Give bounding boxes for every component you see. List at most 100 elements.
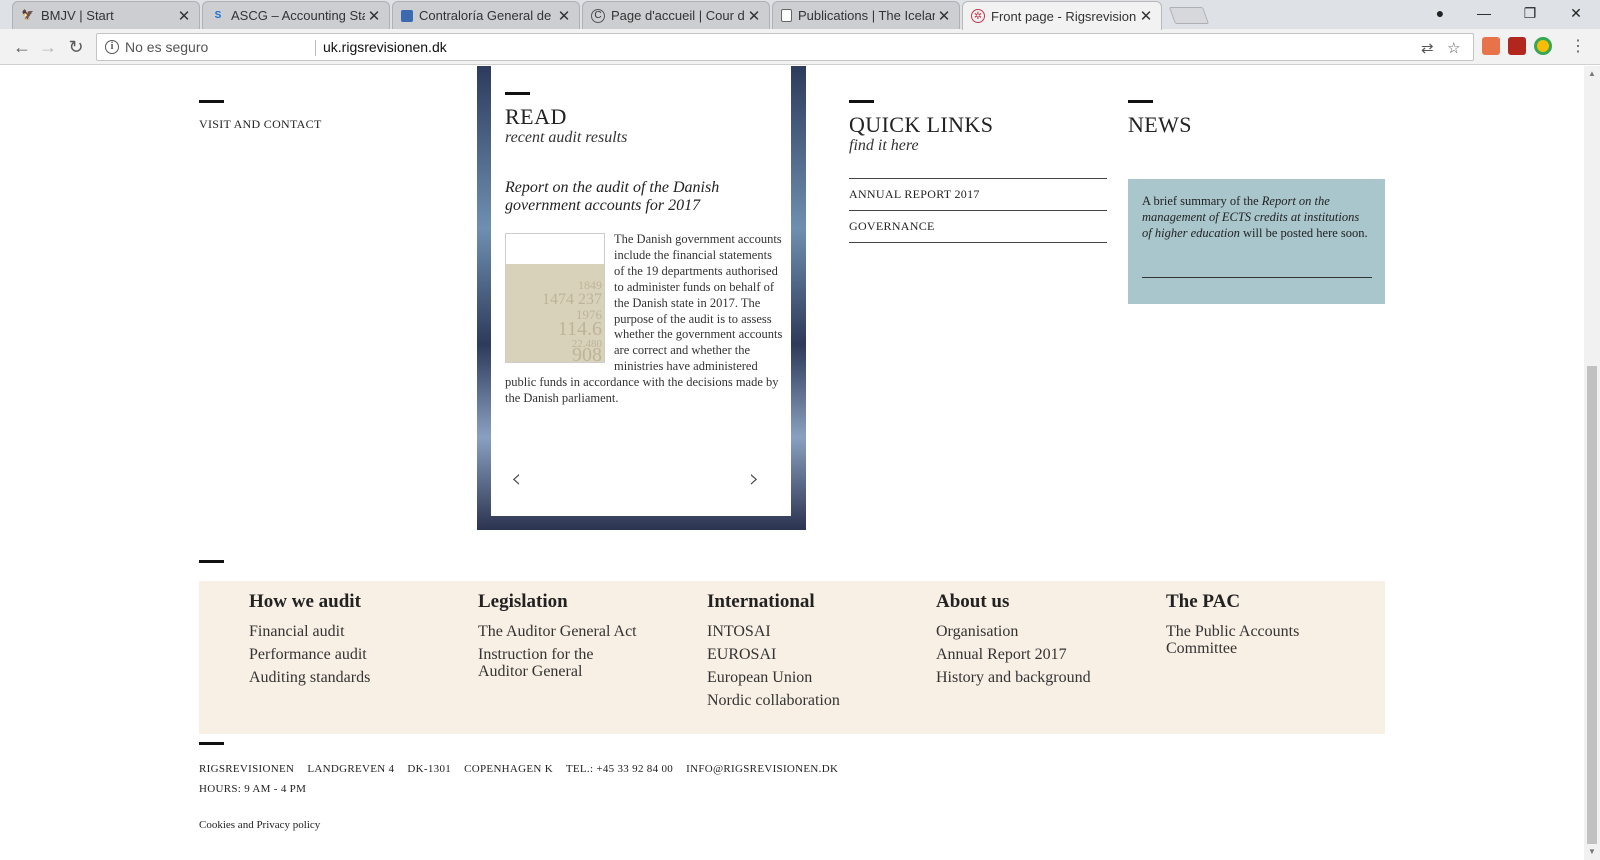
news-text-start: A brief summary of the [1142,194,1262,208]
footer-link[interactable]: Auditing standards [249,669,370,686]
footer-navigation: How we audit Financial audit Performance… [199,581,1385,734]
tab-title: Contraloría General de la [419,8,555,23]
news-box: A brief summary of the Report on the man… [1128,179,1385,304]
menu-kebab-icon[interactable]: ⋮ [1566,35,1590,59]
read-title: READ [505,104,567,129]
read-subtitle: recent audit results [505,129,628,146]
back-arrow-icon[interactable]: ← [10,35,34,59]
forward-arrow-icon[interactable]: → [36,35,60,59]
tab-title: ASCG – Accounting Standa [231,8,365,23]
footer-link[interactable]: The Auditor General Act [478,623,658,640]
email-link[interactable]: INFO@RIGSREVISIONEN.DK [686,763,838,775]
report-summary-block: The Danish government accounts include t… [505,232,785,407]
footer-link[interactable]: European Union [707,669,840,686]
address-part: RIGSREVISIONEN [199,763,295,775]
quick-link-governance[interactable]: GOVERNANCE [849,211,1107,243]
quick-links-subtitle: find it here [849,137,919,154]
footer-link[interactable]: EUROSAI [707,646,840,663]
reload-icon[interactable]: ↻ [64,35,88,59]
browser-tab[interactable]: C Page d'accueil | Cour des ✕ [582,1,770,29]
footer-link[interactable]: INTOSAI [707,623,840,640]
cour-des-comptes-icon: C [591,8,605,23]
footer-link[interactable]: History and background [936,669,1091,686]
close-tab-icon[interactable]: ✕ [935,7,953,25]
next-arrow-icon[interactable]: › [749,464,759,494]
tab-title: BMJV | Start [41,8,114,23]
address-part: LANDGREVEN 4 [307,763,395,775]
scrollbar-thumb[interactable] [1587,366,1597,844]
browser-tab[interactable]: 🦅 BMJV | Start ✕ [12,1,200,29]
browser-tab[interactable]: Publications | The Iceland ✕ [772,1,960,29]
footer-heading[interactable]: About us [936,591,1091,613]
visit-and-contact-link[interactable]: VISIT AND CONTACT [199,117,322,132]
news-text-end: will be posted here soon. [1239,226,1368,240]
divider [315,40,316,56]
tab-title: Page d'accueil | Cour des [611,8,745,23]
address-line: RIGSREVISIONEN LANDGREVEN 4 DK-1301 COPE… [199,763,848,775]
close-tab-icon[interactable]: ✕ [365,7,383,25]
address-part: COPENHAGEN K [464,763,553,775]
footer-link[interactable]: Financial audit [249,623,370,640]
quick-link-annual-report[interactable]: ANNUAL REPORT 2017 [849,179,1107,211]
footer-link[interactable]: Nordic collaboration [707,692,840,709]
report-title-link[interactable]: Report on the audit of the Danish govern… [505,179,755,215]
profile-icon[interactable]: ● [1418,0,1462,28]
footer-heading[interactable]: How we audit [249,591,370,613]
footer-heading[interactable]: Legislation [478,591,658,613]
phone-number: TEL.: +45 33 92 84 00 [565,763,674,775]
footer-link[interactable]: Organisation [936,623,1091,640]
bookmark-star-icon[interactable]: ☆ [1447,39,1460,57]
pdf-extension-icon[interactable] [1508,37,1526,55]
scroll-up-icon[interactable]: ▲ [1588,69,1596,78]
footer-heading[interactable]: The PAC [1166,591,1316,613]
footer-link[interactable]: Instruction for the Auditor General [478,646,608,680]
scroll-down-icon[interactable]: ▼ [1588,847,1596,856]
rigsrevisionen-logo-icon: ✲ [971,9,985,23]
footer-link[interactable]: Annual Report 2017 [936,646,1091,663]
section-dash [199,100,224,103]
extension-icon[interactable] [1534,37,1552,55]
footer-heading[interactable]: International [707,591,840,613]
translate-icon[interactable]: ⇄ [1421,39,1434,57]
opening-hours: HOURS: 9 AM - 4 PM [199,783,307,795]
previous-arrow-icon[interactable]: ‹ [511,464,521,494]
cover-spacer [505,232,614,364]
tab-title: Publications | The Iceland [798,8,935,23]
footer-column-the-pac: The PAC The Public Accounts Committee [1166,591,1316,663]
news-text: A brief summary of the Report on the man… [1142,193,1371,241]
footer-link[interactable]: Performance audit [249,646,370,663]
browser-tab[interactable]: Contraloría General de la ✕ [392,1,580,29]
footer-column-how-we-audit: How we audit Financial audit Performance… [249,591,370,692]
close-window-button[interactable]: ✕ [1554,0,1598,28]
document-icon [401,9,413,22]
read-card: READ recent audit results Report on the … [491,66,791,516]
browser-tab-strip: 🦅 BMJV | Start ✕ S ASCG – Accounting Sta… [0,0,1600,30]
extension-icon[interactable] [1482,37,1500,55]
section-dash [199,560,224,563]
ascg-logo-icon: S [214,10,222,21]
close-tab-icon[interactable]: ✕ [175,7,193,25]
browser-toolbar: ← → ↻ i No es seguro uk.rigsrevisionen.d… [0,29,1600,65]
section-dash [505,92,530,95]
cookies-privacy-link[interactable]: Cookies and Privacy policy [199,819,320,831]
address-bar[interactable]: i No es seguro uk.rigsrevisionen.dk ⇄ ☆ [96,33,1474,61]
restore-button[interactable]: ❐ [1508,0,1552,28]
close-tab-icon[interactable]: ✕ [1137,7,1155,25]
browser-tab[interactable]: S ASCG – Accounting Standa ✕ [202,1,390,29]
footer-link[interactable]: The Public Accounts Committee [1166,623,1316,657]
new-tab-button[interactable] [1168,7,1210,24]
page-scrollbar[interactable]: ▲ ▼ [1584,66,1600,860]
browser-tab-active[interactable]: ✲ Front page - Rigsrevision ✕ [962,1,1162,30]
info-icon[interactable]: i [105,40,119,54]
minimize-button[interactable]: — [1462,0,1506,28]
section-dash [1128,100,1153,103]
url-text[interactable]: uk.rigsrevisionen.dk [323,39,447,55]
address-part: DK-1301 [407,763,452,775]
close-tab-icon[interactable]: ✕ [555,7,573,25]
page-content: VISIT AND CONTACT READ recent audit resu… [0,66,1584,860]
section-dash [849,100,874,103]
security-label[interactable]: No es seguro [125,39,208,55]
section-dash [199,742,224,745]
close-tab-icon[interactable]: ✕ [745,7,763,25]
divider [1142,277,1372,278]
